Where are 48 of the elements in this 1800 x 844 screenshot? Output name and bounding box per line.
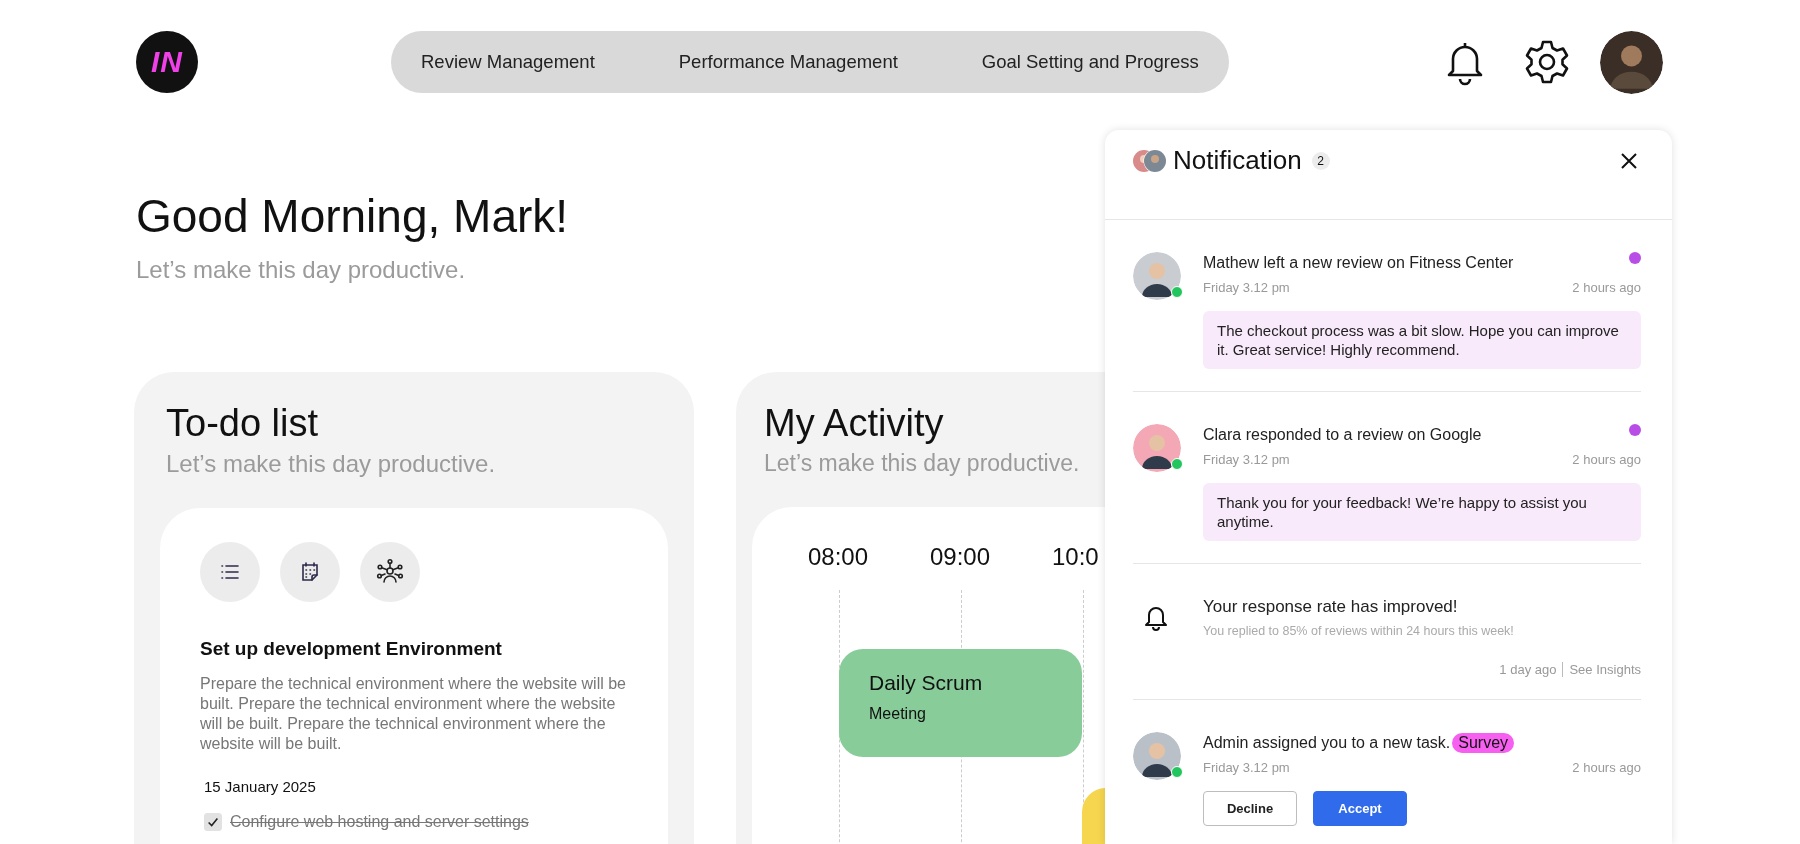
user-avatar[interactable] [1600,30,1663,94]
notification-detail: You replied to 85% of reviews within 24 hours this week! [1203,624,1515,638]
card-title: My Activity [764,401,945,446]
panel-title: Notification [1173,145,1302,176]
greeting-subtitle: Let’s make this day productive. [136,256,466,284]
logo[interactable]: IN [136,31,198,93]
event-type: Meeting [869,705,927,723]
check-icon [206,815,220,829]
task-description: Prepare the technical environment where the website will be built. Prepare the technical environment where the website will be built. Prepare the technical environment where the website will be built. [200,674,627,754]
checkbox[interactable] [204,813,222,831]
time-label: 09:00 [930,543,991,571]
relative-time: 2 hours ago [1572,452,1641,467]
timestamp: Friday 3.12 pm [1203,452,1290,467]
relative-time: 1 day ago [1499,662,1557,677]
nav-link[interactable]: Performance Management [678,51,898,73]
decline-button[interactable]: Decline [1203,791,1297,826]
nav-link[interactable]: Goal Setting and Progress [981,51,1199,73]
review-message: The checkout process was a bit slow. Hope you can improve it. Great service! Highly recommend. [1203,311,1641,369]
review-message: Thank you for your feedback! We’re happy to assist you anytime. [1203,483,1641,541]
time-label: 10:0 [1052,543,1099,571]
avatar [1133,732,1181,780]
close-icon [1619,150,1639,171]
time-label: 08:00 [808,543,869,571]
task-date: 15 January 2025 [203,778,317,795]
notification-title: Clara responded to a review on Google [1203,426,1482,444]
notification-title: Your response rate has improved! [1203,597,1458,617]
nav-link[interactable]: Review Management [421,51,595,73]
card-subtitle: Let’s make this day productive. [166,450,497,478]
accept-button[interactable]: Accept [1313,791,1407,826]
count-badge: 2 [1311,151,1330,170]
event-title: Daily Scrum [869,671,984,695]
card-subtitle: Let’s make this day productive. [764,450,1081,477]
timestamp: Friday 3.12 pm [1203,760,1290,775]
greeting-title: Good Morning, Mark! [136,189,569,244]
event-block[interactable]: Daily Scrum Meeting [839,649,1082,757]
timestamp: Friday 3.12 pm [1203,280,1290,295]
notification-title: Admin assigned you to a new task. [1203,734,1451,752]
notification-title: Mathew left a new review on Fitness Center [1203,254,1514,272]
avatar-stack-icon [1133,148,1167,173]
people-network-icon [376,558,404,586]
avatar [1133,424,1181,472]
checklist-item: Configure web hosting and server settings [230,813,529,831]
task-tag[interactable]: Survey [1452,733,1515,753]
relative-time: 2 hours ago [1572,760,1641,775]
relative-time: 2 hours ago [1572,280,1641,295]
card-title: To-do list [166,401,320,446]
avatar [1133,252,1181,300]
task-title: Set up development Environment [200,638,503,660]
